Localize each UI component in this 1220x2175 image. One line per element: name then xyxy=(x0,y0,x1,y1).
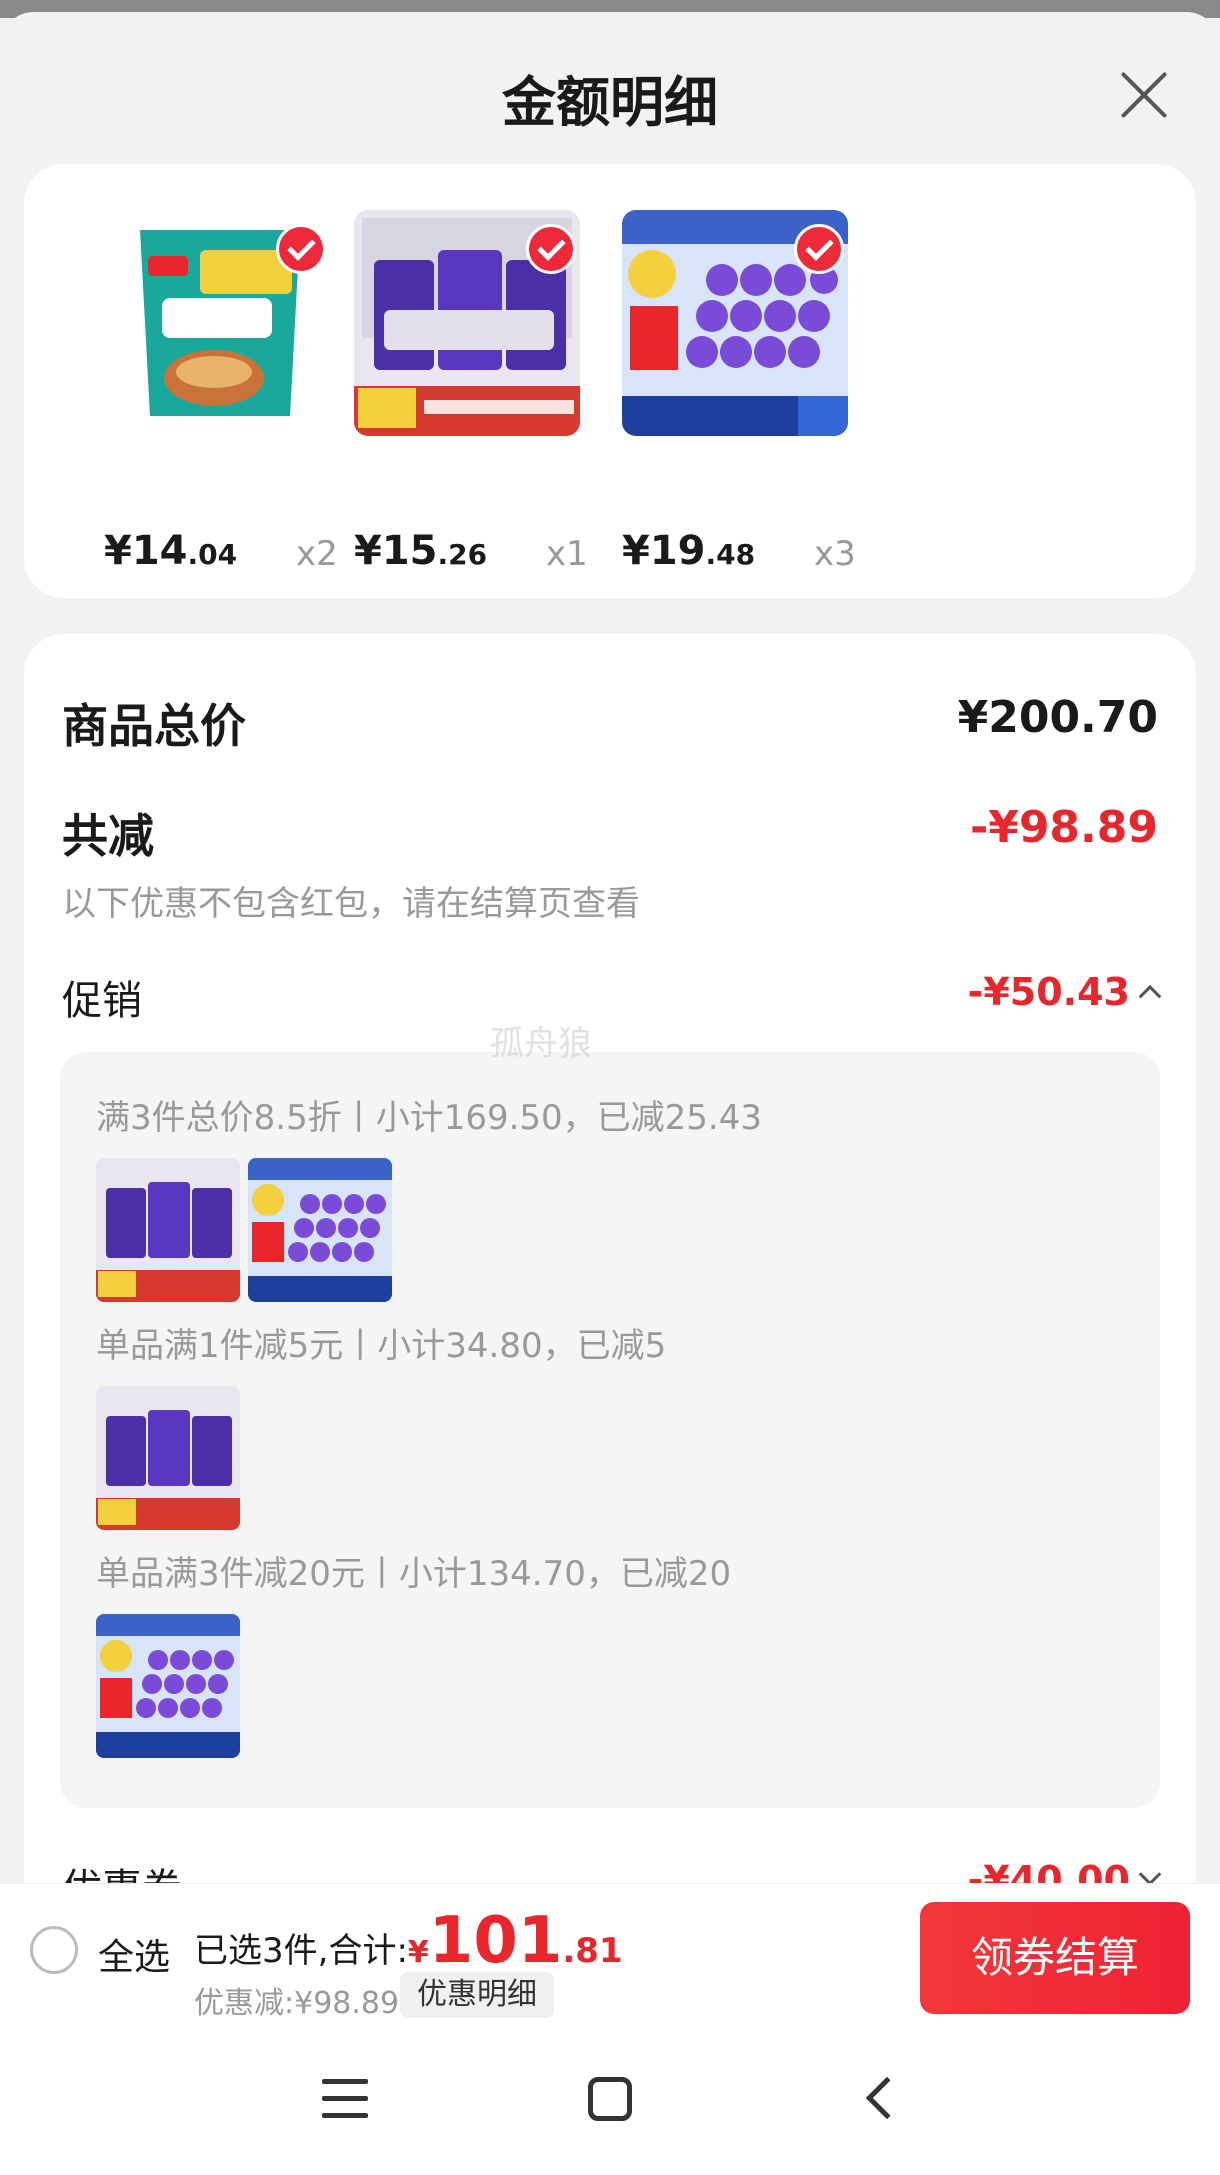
promotion-rule: 单品满1件减5元丨小计34.80，已减5 xyxy=(96,1326,667,1366)
product-item[interactable]: ¥14.04 x2 xyxy=(104,210,364,574)
total-amount-decimal: .81 xyxy=(562,1931,623,1971)
checkout-bar: 全选 已选3件,合计: ¥ 101 .81 优惠减:¥98.89 优惠明细 领券… xyxy=(0,1883,1220,2035)
selected-check-icon xyxy=(794,224,844,274)
amount-detail-sheet: 金额明细 ¥14.04 x2 ¥15.26 x1 ¥19.48 x3 商品总价 … xyxy=(0,12,1220,2175)
home-square-icon[interactable] xyxy=(588,2077,632,2121)
product-item[interactable]: ¥15.26 x1 xyxy=(354,210,614,574)
total-summary: 已选3件,合计: ¥ 101 .81 xyxy=(194,1904,623,1978)
selected-check-icon xyxy=(526,224,576,274)
toilet-roll-pack-image xyxy=(96,1614,240,1758)
discount-summary: 优惠减:¥98.89 xyxy=(194,1986,400,2021)
total-reduction-value: -¥98.89 xyxy=(969,802,1158,853)
promotion-rule: 满3件总价8.5折丨小计169.50，已减25.43 xyxy=(96,1098,763,1138)
goods-total-label: 商品总价 xyxy=(62,699,246,753)
selected-products-card: ¥14.04 x2 ¥15.26 x1 ¥19.48 x3 xyxy=(24,164,1196,598)
tissue-pack-image xyxy=(96,1386,240,1530)
watermark: 孤舟狼 xyxy=(490,1024,592,1064)
tissue-pack-image xyxy=(96,1158,240,1302)
page-title: 金额明细 xyxy=(502,71,718,134)
promotion-toggle[interactable]: -¥50.43 xyxy=(967,970,1162,1014)
promotion-rule: 单品满3件减20元丨小计134.70，已减20 xyxy=(96,1554,732,1594)
promotion-detail-box: 满3件总价8.5折丨小计169.50，已减25.43 单品满1件减5元丨小计34… xyxy=(60,1052,1160,1808)
discount-detail-button[interactable]: 优惠明细 xyxy=(400,1972,554,2018)
product-quantity: x2 xyxy=(296,534,338,574)
product-quantity: x3 xyxy=(814,534,856,574)
toilet-roll-pack-image xyxy=(248,1158,392,1302)
selected-check-icon xyxy=(276,224,326,274)
back-chevron-icon[interactable] xyxy=(865,2076,909,2120)
select-all-label[interactable]: 全选 xyxy=(98,1928,170,1980)
promotion-label: 促销 xyxy=(62,978,142,1024)
close-icon[interactable] xyxy=(1112,62,1176,126)
total-reduction-label: 共减 xyxy=(62,809,154,863)
system-navigation-bar xyxy=(0,2035,1220,2175)
select-all-radio[interactable] xyxy=(30,1926,78,1974)
product-item[interactable]: ¥19.48 x3 xyxy=(622,210,882,574)
product-quantity: x1 xyxy=(546,534,588,574)
coupon-checkout-button[interactable]: 领券结算 xyxy=(920,1902,1190,2014)
menu-icon[interactable] xyxy=(322,2079,368,2119)
product-price: ¥14.04 xyxy=(104,528,238,574)
product-price: ¥15.26 xyxy=(354,528,488,574)
total-amount-integer: 101 xyxy=(428,1904,563,1978)
currency-symbol: ¥ xyxy=(407,1935,429,1970)
product-price: ¥19.48 xyxy=(622,528,756,574)
goods-total-value: ¥200.70 xyxy=(957,692,1158,743)
selected-count-label: 已选3件,合计: xyxy=(194,1931,408,1971)
promotion-value: -¥50.43 xyxy=(967,970,1130,1014)
chevron-up-icon xyxy=(1138,984,1162,1008)
red-packet-note: 以下优惠不包含红包，请在结算页查看 xyxy=(62,884,640,924)
